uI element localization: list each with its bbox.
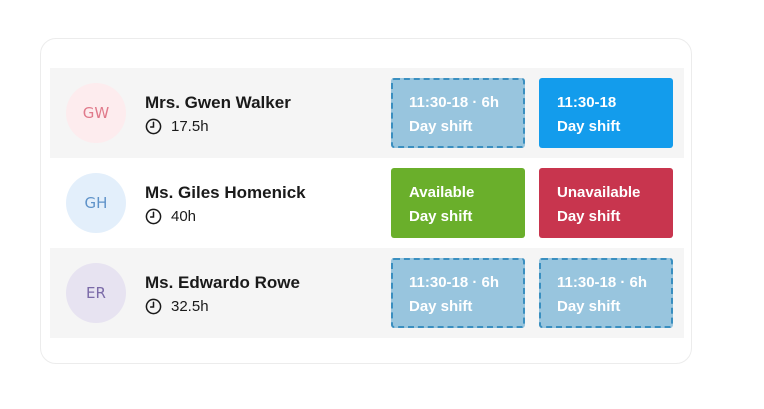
shift-block[interactable]: Unavailable Day shift [539, 168, 673, 238]
shift-time: 11:30-18 [557, 94, 617, 111]
shift-type: Day shift [409, 208, 473, 225]
shift-type: Day shift [557, 118, 621, 135]
avatar-initials: ER [86, 284, 106, 302]
avatar-initials: GH [84, 194, 108, 212]
clock-icon [145, 208, 162, 225]
employee-name: Ms. Giles Homenick [145, 183, 306, 202]
shift-type: Day shift [409, 118, 473, 135]
shift-block[interactable]: 11:30-18 Day shift [539, 78, 673, 148]
employee-name: Mrs. Gwen Walker [145, 93, 291, 112]
shift-type: Day shift [557, 208, 621, 225]
hours-value: 32.5h [171, 298, 209, 315]
employee-hours: 40h [145, 208, 196, 225]
clock-icon [145, 298, 162, 315]
employee-hours: 17.5h [145, 118, 209, 135]
shift-time: 11:30-18 · 6h [557, 274, 648, 291]
shift-time: 11:30-18 · 6h [409, 274, 500, 291]
shift-type: Day shift [557, 298, 621, 315]
shift-time: 11:30-18 · 6h [409, 94, 500, 111]
avatar[interactable]: GH [66, 173, 126, 233]
shift-block[interactable]: 11:30-18 · 6h Day shift [539, 258, 673, 328]
avatar[interactable]: GW [66, 83, 126, 143]
avatar[interactable]: ER [66, 263, 126, 323]
avatar-initials: GW [82, 104, 110, 122]
shift-block[interactable]: 11:30-18 · 6h Day shift [391, 258, 525, 328]
shift-block[interactable]: Available Day shift [391, 168, 525, 238]
shift-status: Unavailable [557, 184, 641, 201]
shift-type: Day shift [409, 298, 473, 315]
employee-row: ER Ms. Edwardo Rowe 32.5h 11:30-18 · 6h … [50, 248, 684, 338]
shift-block[interactable]: 11:30-18 · 6h Day shift [391, 78, 525, 148]
employee-row: GW Mrs. Gwen Walker 17.5h 11:30-18 · 6h … [50, 68, 684, 158]
clock-icon [145, 118, 162, 135]
hours-value: 40h [171, 208, 197, 225]
employee-row: GH Ms. Giles Homenick 40h Available Day … [50, 158, 684, 248]
hours-value: 17.5h [171, 118, 209, 135]
shift-status: Available [409, 184, 475, 201]
employee-name: Ms. Edwardo Rowe [145, 273, 300, 292]
employee-hours: 32.5h [145, 298, 209, 315]
